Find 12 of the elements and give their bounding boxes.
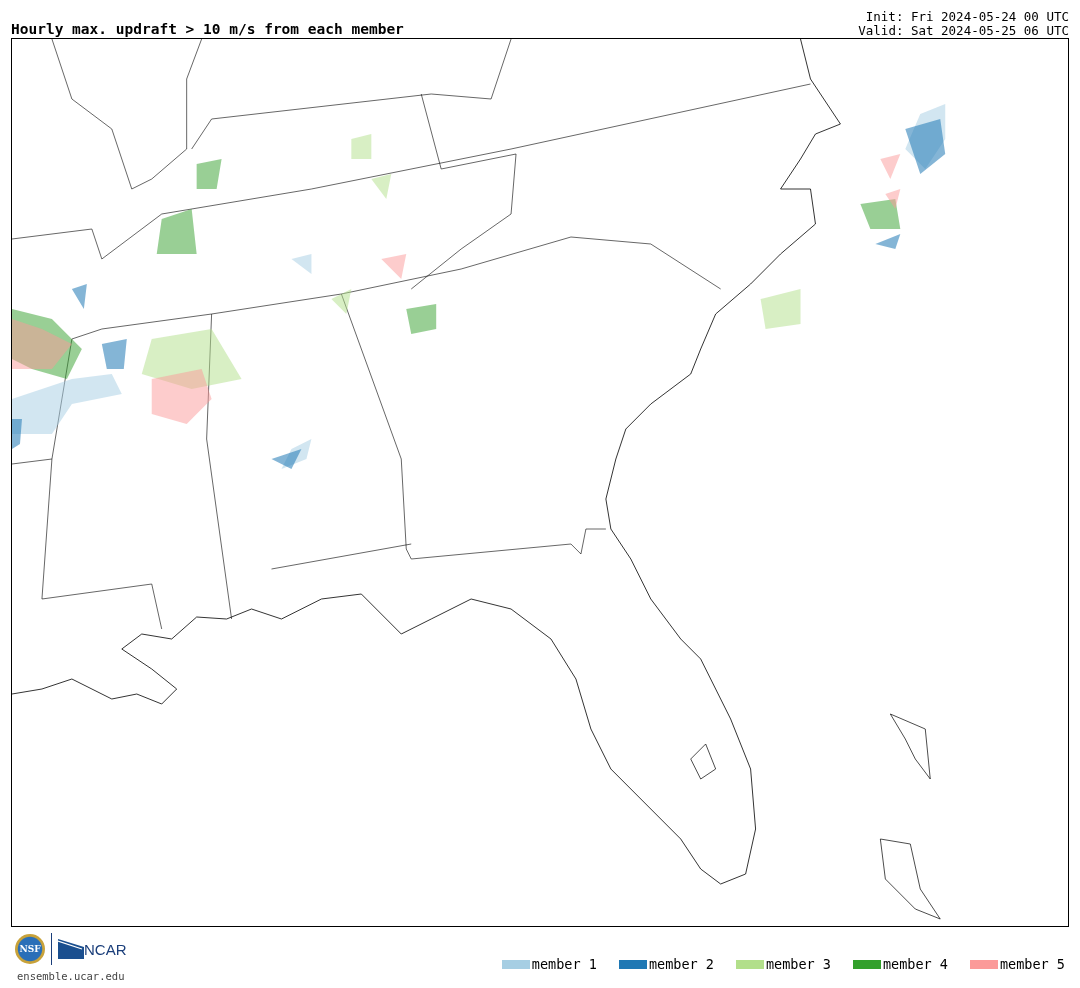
nsf-logo: NSF [15, 934, 45, 964]
valid-time: Valid: Sat 2024-05-25 06 UTC [858, 24, 1069, 38]
legend-label: member 1 [531, 956, 597, 972]
website-url: ensemble.ucar.edu [17, 970, 125, 982]
chart-title: Hourly max. updraft > 10 m/s from each member [11, 20, 404, 38]
ncar-logo-icon [58, 939, 84, 959]
legend-label: member 5 [999, 956, 1065, 972]
legend-label: member 2 [648, 956, 714, 972]
legend-label: member 3 [765, 956, 831, 972]
init-time: Init: Fri 2024-05-24 00 UTC [865, 10, 1069, 24]
legend-label: member 4 [882, 956, 948, 972]
ncar-logo-text: NCAR [84, 940, 127, 958]
